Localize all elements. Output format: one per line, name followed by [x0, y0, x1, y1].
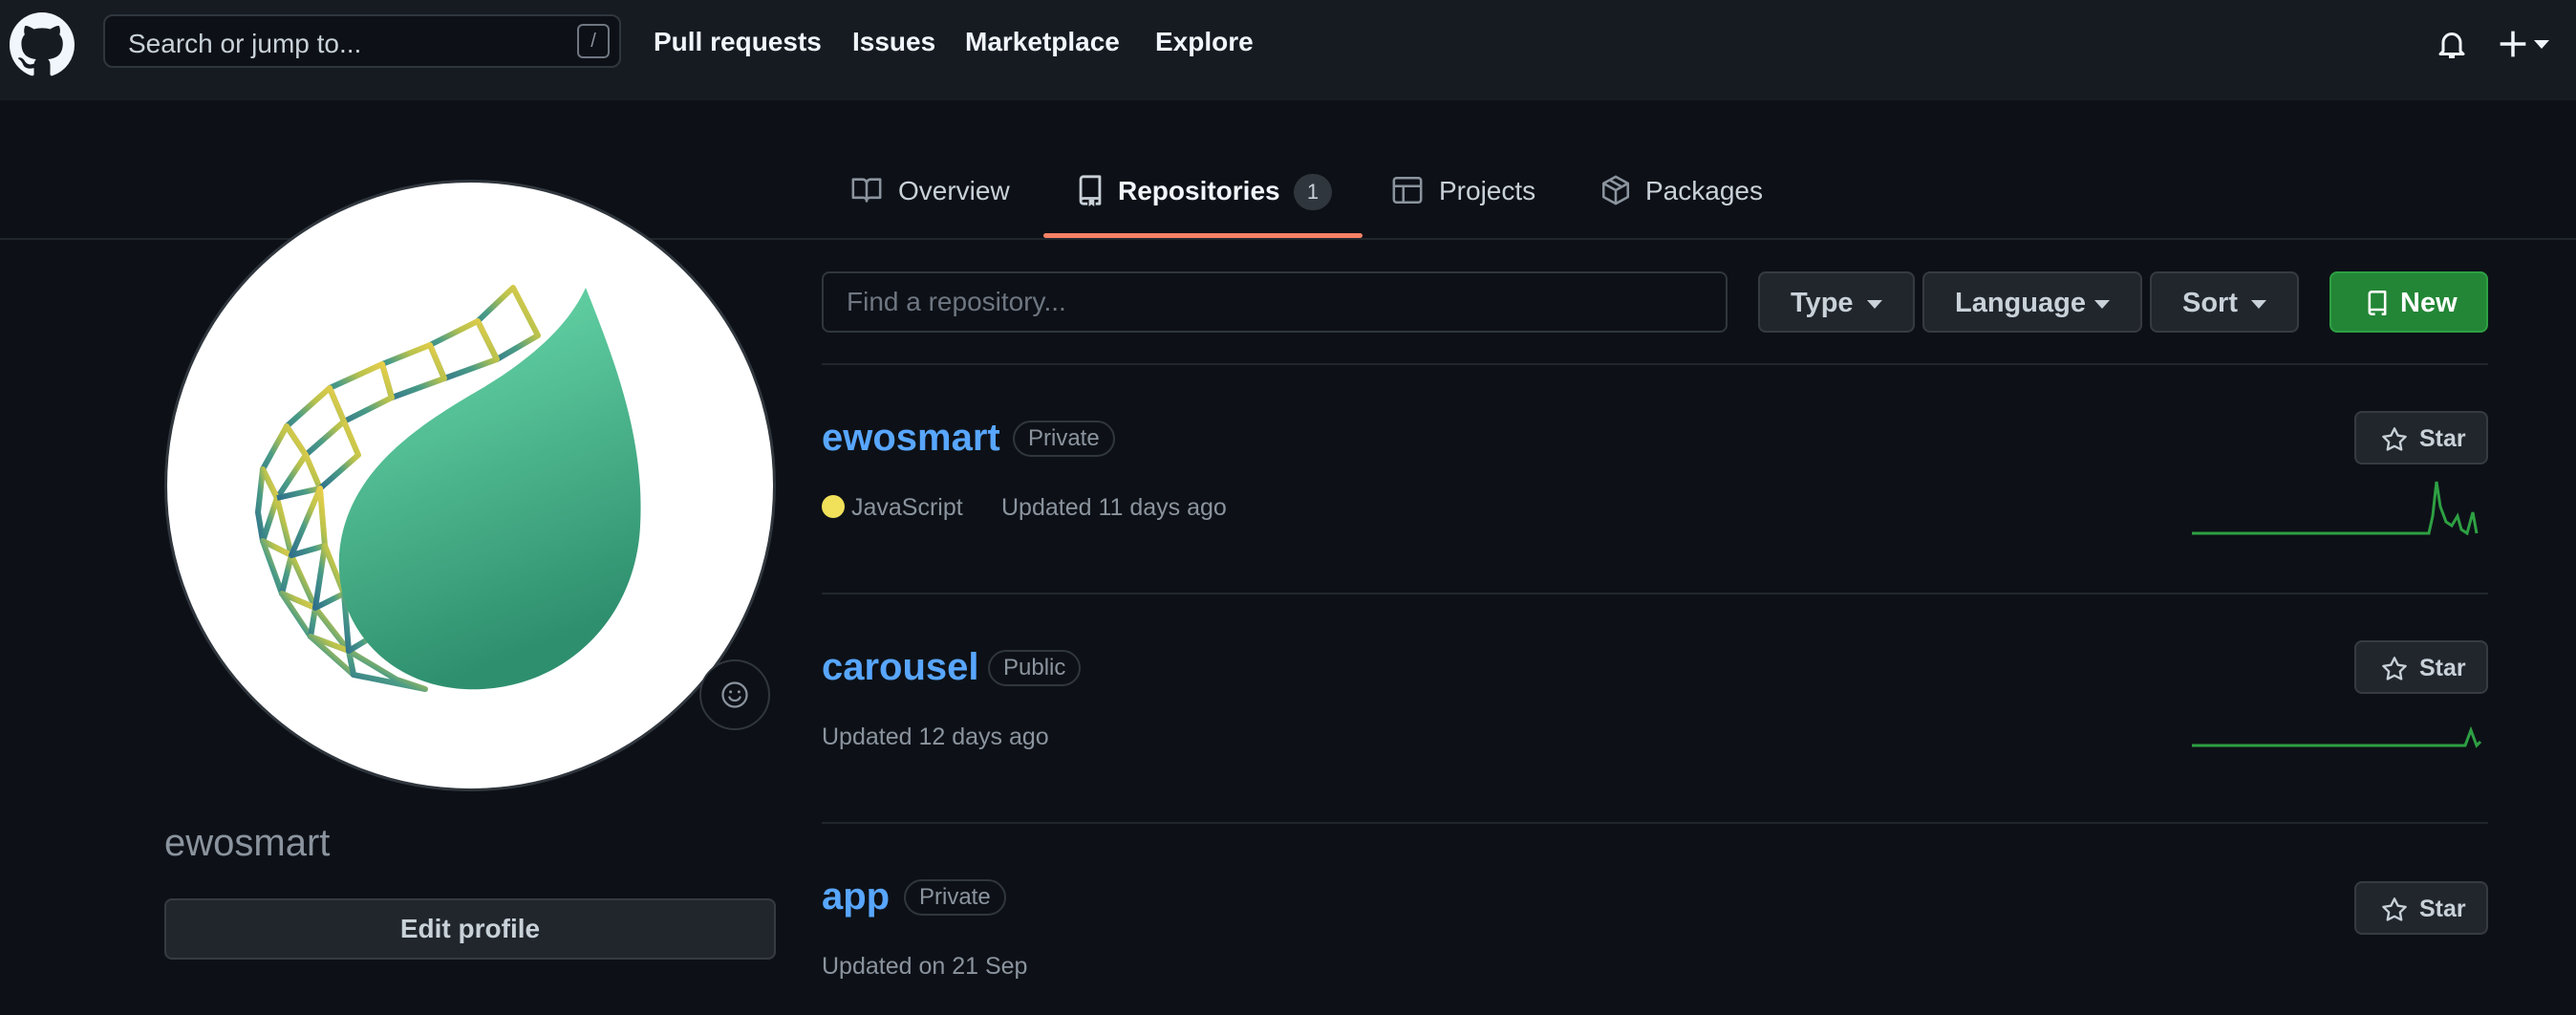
sort-dropdown[interactable]: Sort: [2150, 271, 2299, 333]
table-icon: [1392, 176, 1423, 205]
search-placeholder: Search or jump to...: [128, 29, 362, 58]
star-button-label: Star: [2419, 425, 2466, 452]
activity-sparkline: [2192, 481, 2479, 535]
star-icon: [2382, 657, 2407, 680]
repo-name-link[interactable]: carousel: [822, 646, 979, 689]
repo-list-divider: [822, 593, 2488, 594]
repo-name-link[interactable]: ewosmart: [822, 417, 1000, 460]
type-dropdown[interactable]: Type: [1758, 271, 1915, 333]
activity-sparkline: [2192, 725, 2482, 748]
chevron-down-icon[interactable]: [2534, 40, 2549, 50]
chevron-down-icon: [2251, 300, 2266, 309]
repo-icon: [1079, 175, 1102, 206]
edit-profile-button[interactable]: Edit profile: [164, 898, 776, 960]
nav-pull-requests[interactable]: Pull requests: [654, 27, 822, 57]
star-button-label: Star: [2419, 655, 2466, 681]
tab-packages-label: Packages: [1645, 176, 1763, 205]
book-icon: [851, 178, 882, 203]
nav-issues[interactable]: Issues: [852, 27, 935, 57]
chevron-down-icon: [1867, 300, 1882, 309]
repo-name-link[interactable]: app: [822, 875, 890, 918]
tab-repositories-label: Repositories: [1118, 176, 1280, 205]
tab-overview-label: Overview: [898, 176, 1010, 205]
active-tab-underline: [1043, 233, 1363, 238]
package-icon: [1601, 175, 1630, 205]
chevron-down-icon: [2094, 300, 2110, 309]
nav-marketplace[interactable]: Marketplace: [965, 27, 1120, 57]
search-shortcut-key: /: [577, 24, 610, 58]
repo-icon: [2368, 291, 2387, 315]
nav-explore[interactable]: Explore: [1155, 27, 1254, 57]
new-button-label: New: [2400, 288, 2458, 318]
star-icon: [2382, 427, 2407, 451]
tab-projects-label: Projects: [1439, 176, 1536, 205]
repo-updated: Updated 11 days ago: [1001, 494, 1227, 521]
new-repository-button[interactable]: New: [2329, 271, 2488, 333]
language-dropdown[interactable]: Language: [1922, 271, 2142, 333]
repo-list-divider: [822, 822, 2488, 824]
set-status-button[interactable]: [699, 659, 770, 730]
sort-dropdown-label: Sort: [2182, 288, 2238, 318]
star-button-label: Star: [2419, 896, 2466, 922]
plus-icon[interactable]: [2498, 29, 2528, 59]
repo-list-divider: [822, 363, 2488, 365]
language-dropdown-label: Language: [1955, 288, 2086, 318]
github-logo-icon[interactable]: [10, 12, 75, 77]
type-dropdown-label: Type: [1791, 288, 1854, 318]
visibility-badge: Public: [988, 650, 1082, 686]
find-repository-input[interactable]: [822, 271, 1728, 333]
repo-count-badge: 1: [1294, 174, 1332, 210]
star-icon: [2382, 897, 2407, 921]
smiley-icon: [721, 681, 748, 708]
repo-updated: Updated on 21 Sep: [822, 953, 1028, 980]
language-color-dot: [822, 495, 845, 518]
visibility-badge: Private: [1013, 421, 1115, 457]
repo-updated: Updated 12 days ago: [822, 723, 1049, 750]
global-search-input[interactable]: Search or jump to... /: [103, 14, 621, 68]
bell-icon[interactable]: [2435, 27, 2469, 61]
avatar[interactable]: [164, 180, 776, 791]
visibility-badge: Private: [904, 879, 1006, 916]
star-button[interactable]: Star: [2354, 640, 2488, 694]
repo-language: JavaScript: [851, 494, 963, 521]
top-navbar: Search or jump to... / Pull requests Iss…: [0, 0, 2576, 100]
star-button[interactable]: Star: [2354, 881, 2488, 935]
leaf-logo-image: [255, 285, 641, 692]
profile-username: ewosmart: [164, 822, 331, 864]
star-button[interactable]: Star: [2354, 411, 2488, 464]
